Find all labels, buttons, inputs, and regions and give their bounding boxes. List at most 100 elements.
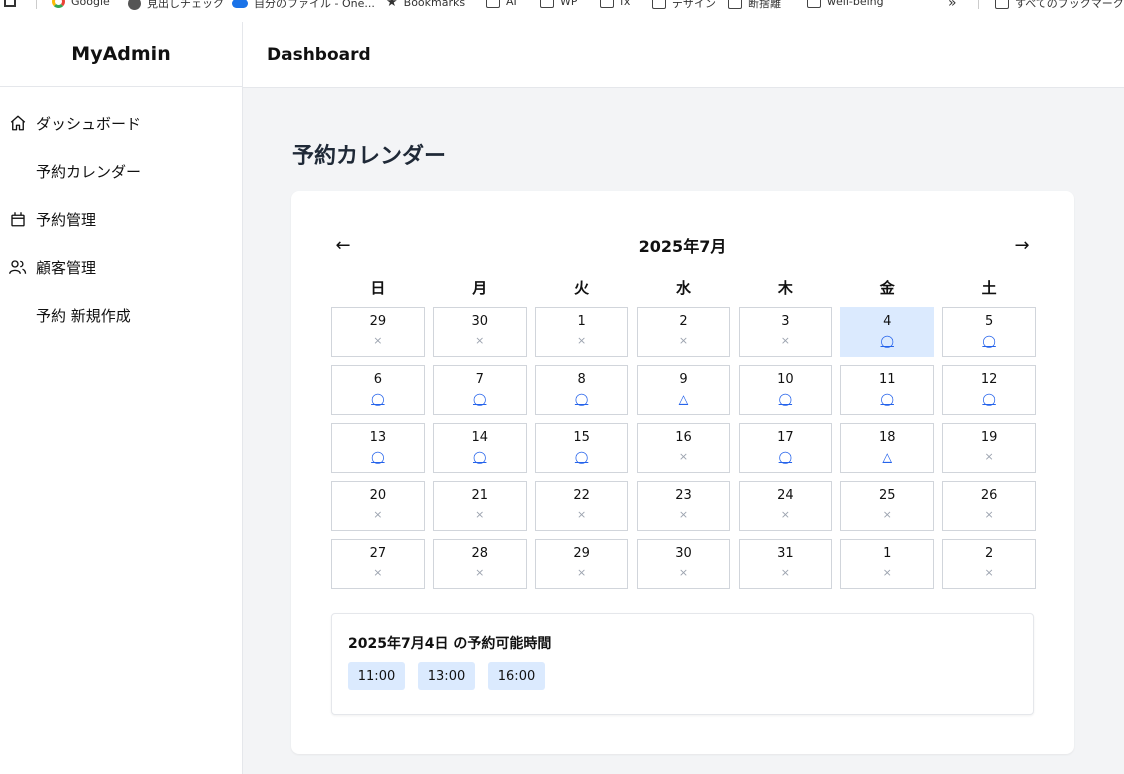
- calendar-day-cell[interactable]: 12 ◯: [942, 365, 1036, 415]
- calendar-day-cell[interactable]: 15 ◯: [534, 423, 629, 473]
- availability-mark: ×: [373, 334, 383, 347]
- bookmark-onedrive[interactable]: 自分のファイル - One...: [232, 0, 375, 11]
- main-content: 予約カレンダー ← 2025年7月 → 日 月 火 水 木 金 土 29 × 30 ×…: [243, 88, 1124, 774]
- availability-mark[interactable]: ◯: [473, 391, 486, 407]
- sidebar-item-label: ダッシュボード: [36, 114, 142, 133]
- calendar-day-cell[interactable]: 5 ◯: [942, 307, 1036, 357]
- calendar-day-cell[interactable]: 4 ◯: [840, 307, 935, 357]
- day-number: 8: [577, 372, 586, 387]
- availability-mark[interactable]: △: [883, 449, 892, 465]
- calendar-day-cell[interactable]: 16 ×: [636, 423, 731, 473]
- calendar-day-cell[interactable]: 13 ◯: [331, 423, 425, 473]
- calendar-day-cell[interactable]: 11 ◯: [840, 365, 935, 415]
- calendar-day-cell[interactable]: 31 ×: [738, 539, 833, 589]
- time-slot-button[interactable]: 16:00: [488, 662, 545, 690]
- calendar-day-cell[interactable]: 3 ×: [738, 307, 833, 357]
- availability-mark: ×: [678, 334, 689, 347]
- calendar-day-cell[interactable]: 25 ×: [840, 481, 935, 531]
- calendar-day-cell[interactable]: 29 ×: [534, 539, 629, 589]
- bookmark-fx[interactable]: fx: [600, 0, 630, 8]
- users-icon: [8, 257, 28, 277]
- calendar-day-cell[interactable]: 1 ×: [534, 307, 629, 357]
- availability-mark[interactable]: ◯: [779, 391, 792, 407]
- calendar-day-cell[interactable]: 20 ×: [331, 481, 425, 531]
- calendar-day-cell[interactable]: 27 ×: [331, 539, 425, 589]
- calendar-day-cell[interactable]: 10 ◯: [738, 365, 833, 415]
- availability-mark[interactable]: ◯: [371, 391, 384, 407]
- calendar-day-cell[interactable]: 30 ×: [432, 307, 527, 357]
- calendar-day-cell[interactable]: 22 ×: [534, 481, 629, 531]
- page-title: 予約カレンダー: [292, 144, 447, 169]
- day-number: 30: [471, 314, 488, 329]
- header-title: Dashboard: [267, 44, 371, 65]
- bookmark-danshari[interactable]: 断捨離: [728, 0, 781, 11]
- sidebar-item-reservation-calendar[interactable]: 予約カレンダー: [0, 147, 242, 195]
- day-number: 16: [675, 430, 692, 445]
- availability-mark: ×: [475, 508, 485, 521]
- bookmark-google[interactable]: Google: [52, 0, 110, 8]
- bookmark-heading-check[interactable]: 見出しチェック: [128, 0, 224, 11]
- home-icon: [8, 113, 28, 133]
- availability-mark[interactable]: △: [679, 391, 688, 407]
- time-slot-button[interactable]: 11:00: [348, 662, 405, 690]
- availability-mark[interactable]: ◯: [982, 391, 995, 407]
- calendar-day-cell[interactable]: 14 ◯: [432, 423, 527, 473]
- calendar-day-cell[interactable]: 2 ×: [636, 307, 731, 357]
- availability-mark: ×: [984, 566, 994, 579]
- bookmark-wp[interactable]: WP: [540, 0, 578, 8]
- availability-mark: ×: [576, 508, 587, 521]
- weekday-label: 木: [777, 279, 793, 297]
- calendar-day-cell[interactable]: 21 ×: [432, 481, 527, 531]
- sidebar-item-new-reservation[interactable]: 予約 新規作成: [0, 291, 242, 339]
- calendar-day-cell[interactable]: 28 ×: [432, 539, 527, 589]
- sidebar-item-customer-management[interactable]: 顧客管理: [0, 243, 242, 291]
- next-month-button[interactable]: →: [1010, 235, 1034, 256]
- bookmark-well-being[interactable]: well-being: [807, 0, 884, 8]
- bookmark-all[interactable]: すべてのブックマーク: [995, 0, 1124, 11]
- weekday-label: 土: [981, 279, 997, 297]
- availability-mark[interactable]: ◯: [575, 449, 588, 465]
- calendar-day-cell[interactable]: 29 ×: [331, 307, 425, 357]
- availability-mark[interactable]: ◯: [881, 333, 894, 349]
- sidebar-item-dashboard[interactable]: ダッシュボード: [0, 99, 242, 147]
- availability-mark[interactable]: ◯: [881, 391, 894, 407]
- weekday-label: 水: [675, 279, 691, 297]
- folder-icon: [652, 0, 666, 9]
- calendar-day-cell[interactable]: 24 ×: [738, 481, 833, 531]
- availability-mark[interactable]: ◯: [575, 391, 588, 407]
- calendar-day-cell[interactable]: 17 ◯: [738, 423, 833, 473]
- available-times-panel: 2025年7月4日 の予約可能時間 11:00 13:00 16:00: [331, 613, 1034, 715]
- sidebar-item-reservation-management[interactable]: 予約管理: [0, 195, 242, 243]
- time-slot-button[interactable]: 13:00: [418, 662, 475, 690]
- availability-mark[interactable]: ◯: [473, 449, 486, 465]
- calendar-day-cell[interactable]: 8 ◯: [534, 365, 629, 415]
- bookmark-design[interactable]: デザイン: [652, 0, 716, 11]
- day-number: 11: [878, 372, 896, 387]
- day-number: 20: [369, 488, 387, 503]
- availability-mark: ×: [576, 334, 587, 347]
- calendar-day-cell[interactable]: 2 ×: [942, 539, 1036, 589]
- bookmark-ai[interactable]: AI: [486, 0, 517, 8]
- calendar-day-cell[interactable]: 7 ◯: [432, 365, 527, 415]
- day-number: 14: [471, 430, 488, 445]
- prev-month-button[interactable]: ←: [331, 235, 355, 256]
- availability-mark[interactable]: ◯: [779, 449, 792, 465]
- calendar-day-cell[interactable]: 9 △: [636, 365, 731, 415]
- calendar-day-cell[interactable]: 6 ◯: [331, 365, 425, 415]
- availability-mark: ×: [984, 508, 994, 521]
- calendar-day-cell[interactable]: 19 ×: [942, 423, 1036, 473]
- folder-icon: [728, 0, 742, 9]
- calendar-day-cell[interactable]: 26 ×: [942, 481, 1036, 531]
- calendar-day-cell[interactable]: 18 △: [840, 423, 935, 473]
- apps-icon[interactable]: [4, 0, 16, 7]
- calendar-day-cell[interactable]: 30 ×: [636, 539, 731, 589]
- bookmark-bookmarks[interactable]: ★ Bookmarks: [386, 0, 465, 10]
- calendar-day-cell[interactable]: 23 ×: [636, 481, 731, 531]
- day-number: 25: [878, 488, 896, 503]
- calendar-day-cell[interactable]: 1 ×: [840, 539, 935, 589]
- availability-mark[interactable]: ◯: [371, 449, 384, 465]
- day-number: 19: [980, 430, 998, 445]
- availability-mark[interactable]: ◯: [982, 333, 995, 349]
- day-number: 7: [475, 372, 484, 387]
- bookmark-overflow-button[interactable]: »: [948, 0, 957, 11]
